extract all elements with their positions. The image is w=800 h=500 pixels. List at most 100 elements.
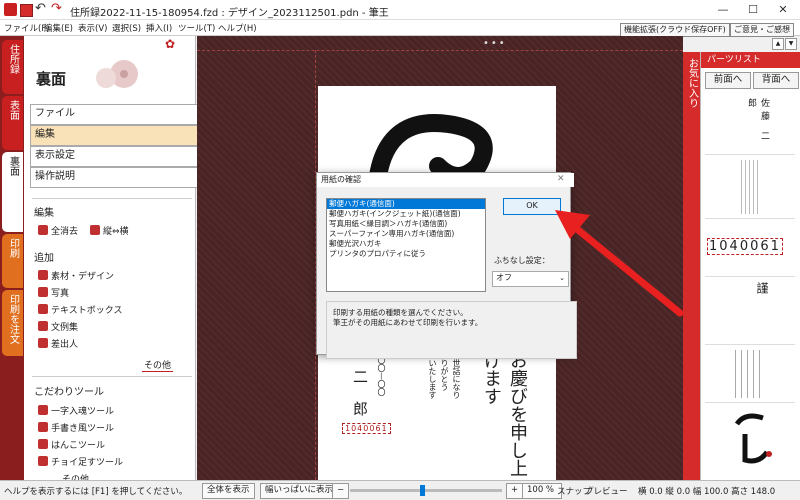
save-icon[interactable]	[20, 4, 33, 17]
part-calligraphy-graphic	[734, 413, 772, 464]
menu-edit[interactable]: 編集(E)	[44, 22, 73, 34]
menu-file[interactable]: ファイル(F)	[4, 22, 50, 34]
send-back-button[interactable]: 背面へ	[753, 72, 799, 89]
redo-icon[interactable]: ↷	[51, 1, 62, 16]
borderless-select-value: オフ	[496, 273, 512, 282]
stamp-icon	[38, 439, 48, 449]
maximize-button[interactable]: ☐	[742, 2, 764, 18]
part-thumb-greeting[interactable]: 謹	[705, 278, 795, 345]
add-material-label: 素材・デザイン	[51, 272, 115, 282]
orientation-toggle-item[interactable]: 縦⇔横	[90, 224, 129, 237]
sender-name-first: 二	[353, 368, 369, 386]
add-other-link[interactable]: その他	[142, 358, 174, 372]
single-char-tool-item[interactable]: 一字入魂ツール	[38, 404, 114, 417]
add-on-tool-item[interactable]: チョイ足すツール	[38, 455, 123, 468]
part-thumb-message[interactable]	[705, 346, 795, 403]
zoom-slider[interactable]	[350, 485, 502, 496]
brush-icon	[38, 405, 48, 415]
tab-print[interactable]: 印刷	[2, 234, 23, 288]
close-button[interactable]: ✕	[772, 2, 794, 18]
parts-list-panel: パーツリスト 前面へ 背面へ 佐藤 二郎 1040061 謹	[700, 52, 800, 480]
paper-option[interactable]: 郵便光沢ハガキ	[327, 239, 485, 249]
dialog-title: 用紙の確認	[317, 173, 574, 187]
canvas-more-dots[interactable]: •••	[483, 38, 507, 49]
favorites-tab-label: お気に入り	[686, 58, 698, 108]
operation-guide-button[interactable]: 操作説明	[30, 167, 204, 188]
zoom-level[interactable]: 100 %	[522, 483, 562, 499]
divider	[32, 198, 192, 199]
zoom-in-button[interactable]: +	[506, 483, 524, 499]
tab-order-print-label: 印刷を注文	[7, 294, 19, 344]
add-section-title: 追加	[34, 253, 54, 264]
tab-back-label: 裏面	[7, 156, 19, 176]
paper-option[interactable]: 郵便ハガキ(インクジェット紙)(通信面)	[327, 209, 485, 219]
menu-select[interactable]: 選択(S)	[112, 22, 141, 34]
add-sample-text-item[interactable]: 文例集	[38, 320, 78, 333]
tab-front[interactable]: 表面	[2, 96, 23, 150]
add-material-item[interactable]: 素材・デザイン	[38, 269, 114, 282]
part-thumb-name[interactable]: 佐藤 二郎	[705, 92, 795, 155]
paper-confirm-dialog: 用紙の確認 ✕ 郵便ハガキ(通信面) 郵便ハガキ(インクジェット紙)(通信面) …	[316, 172, 577, 359]
zoom-out-button[interactable]: −	[332, 483, 350, 499]
app-icon	[4, 3, 17, 16]
preview-toggle[interactable]: プレビュー	[585, 485, 628, 497]
menu-insert[interactable]: 挿入(I)	[146, 22, 172, 34]
card-greeting: お慶びを申し上げます	[481, 351, 528, 477]
canvas-guide-line	[197, 50, 683, 51]
dialog-close-icon[interactable]: ✕	[557, 174, 565, 184]
title-bar: ↶ ↷ 住所録2022-11-15-180954.fzd : デザイン_2023…	[0, 0, 800, 20]
edit-section-title: 編集	[34, 208, 54, 219]
photo-icon	[38, 287, 48, 297]
part-name-text: 佐藤 二郎	[746, 98, 769, 144]
annotation-arrow	[555, 210, 684, 317]
add-textbox-label: テキストボックス	[51, 306, 123, 316]
part-thumb-address[interactable]	[705, 156, 795, 219]
stamp-tool-item[interactable]: はんこツール	[38, 438, 105, 451]
file-button[interactable]: ファイル	[30, 104, 204, 125]
orientation-label: 縦⇔横	[103, 227, 129, 237]
menu-help[interactable]: ヘルプ(H)	[218, 22, 257, 34]
part-postal-text: 1040061	[707, 238, 783, 255]
menu-view[interactable]: 表示(V)	[78, 22, 107, 34]
paper-option[interactable]: スーパーファイン専用ハガキ(通信面)	[327, 229, 485, 239]
add-textbox-item[interactable]: テキストボックス	[38, 303, 122, 316]
paper-option[interactable]: 写真用紙＜縁目調＞ハガキ(通信面)	[327, 219, 485, 229]
parts-list-title: パーツリスト	[701, 52, 800, 68]
settings-gear-icon[interactable]: ✿	[165, 37, 175, 51]
single-char-tool-label: 一字入魂ツール	[51, 407, 115, 417]
handwriting-tool-label: 手書き風ツール	[51, 424, 115, 434]
part-thumb-postal[interactable]: 1040061	[705, 220, 795, 277]
clear-all-label: 全消去	[51, 227, 79, 237]
part-message-lines	[735, 350, 765, 398]
feedback-button[interactable]: ご意見・ご感想	[730, 23, 794, 37]
feature-extension-button[interactable]: 機能拡張(クラウド保存OFF)	[620, 23, 730, 37]
scroll-up-button[interactable]: ▲	[772, 38, 784, 50]
menu-tools[interactable]: ツール(T)	[178, 22, 215, 34]
clear-all-item[interactable]: 全消去	[38, 224, 78, 237]
tab-address-book-label: 住所録	[7, 44, 19, 74]
fit-width-button[interactable]: 幅いっぱいに表示	[260, 483, 339, 499]
paper-type-list[interactable]: 郵便ハガキ(通信面) 郵便ハガキ(インクジェット紙)(通信面) 写真用紙＜縁目調…	[326, 198, 486, 292]
bring-front-button[interactable]: 前面へ	[705, 72, 751, 89]
scroll-down-button[interactable]: ▼	[785, 38, 797, 50]
zoom-slider-thumb[interactable]	[420, 485, 425, 496]
minimize-button[interactable]: —	[712, 2, 734, 18]
paper-option[interactable]: プリンタのプロパティに従う	[327, 249, 485, 259]
tab-back[interactable]: 裏面	[2, 152, 23, 232]
tab-address-book[interactable]: 住所録	[2, 40, 23, 94]
undo-icon[interactable]: ↶	[35, 1, 46, 16]
tab-order-print[interactable]: 印刷を注文	[2, 290, 23, 356]
handwriting-tool-item[interactable]: 手書き風ツール	[38, 421, 114, 434]
fit-all-button[interactable]: 全体を表示	[202, 483, 255, 499]
add-photo-item[interactable]: 写真	[38, 286, 69, 299]
part-thumb-calligraphy[interactable]	[705, 404, 795, 474]
pen-icon	[38, 422, 48, 432]
display-settings-button[interactable]: 表示設定	[30, 146, 204, 167]
edit-button[interactable]: 編集	[30, 125, 204, 146]
add-sender-item[interactable]: 差出人	[38, 337, 78, 350]
paper-option[interactable]: 郵便ハガキ(通信面)	[327, 199, 485, 209]
mode-tabs: 住所録 表面 裏面 印刷 印刷を注文	[0, 36, 24, 480]
tab-print-label: 印刷	[7, 238, 19, 258]
menu-bar: ファイル(F) 編集(E) 表示(V) 選択(S) 挿入(I) ツール(T) ヘ…	[0, 20, 800, 37]
material-icon	[38, 270, 48, 280]
